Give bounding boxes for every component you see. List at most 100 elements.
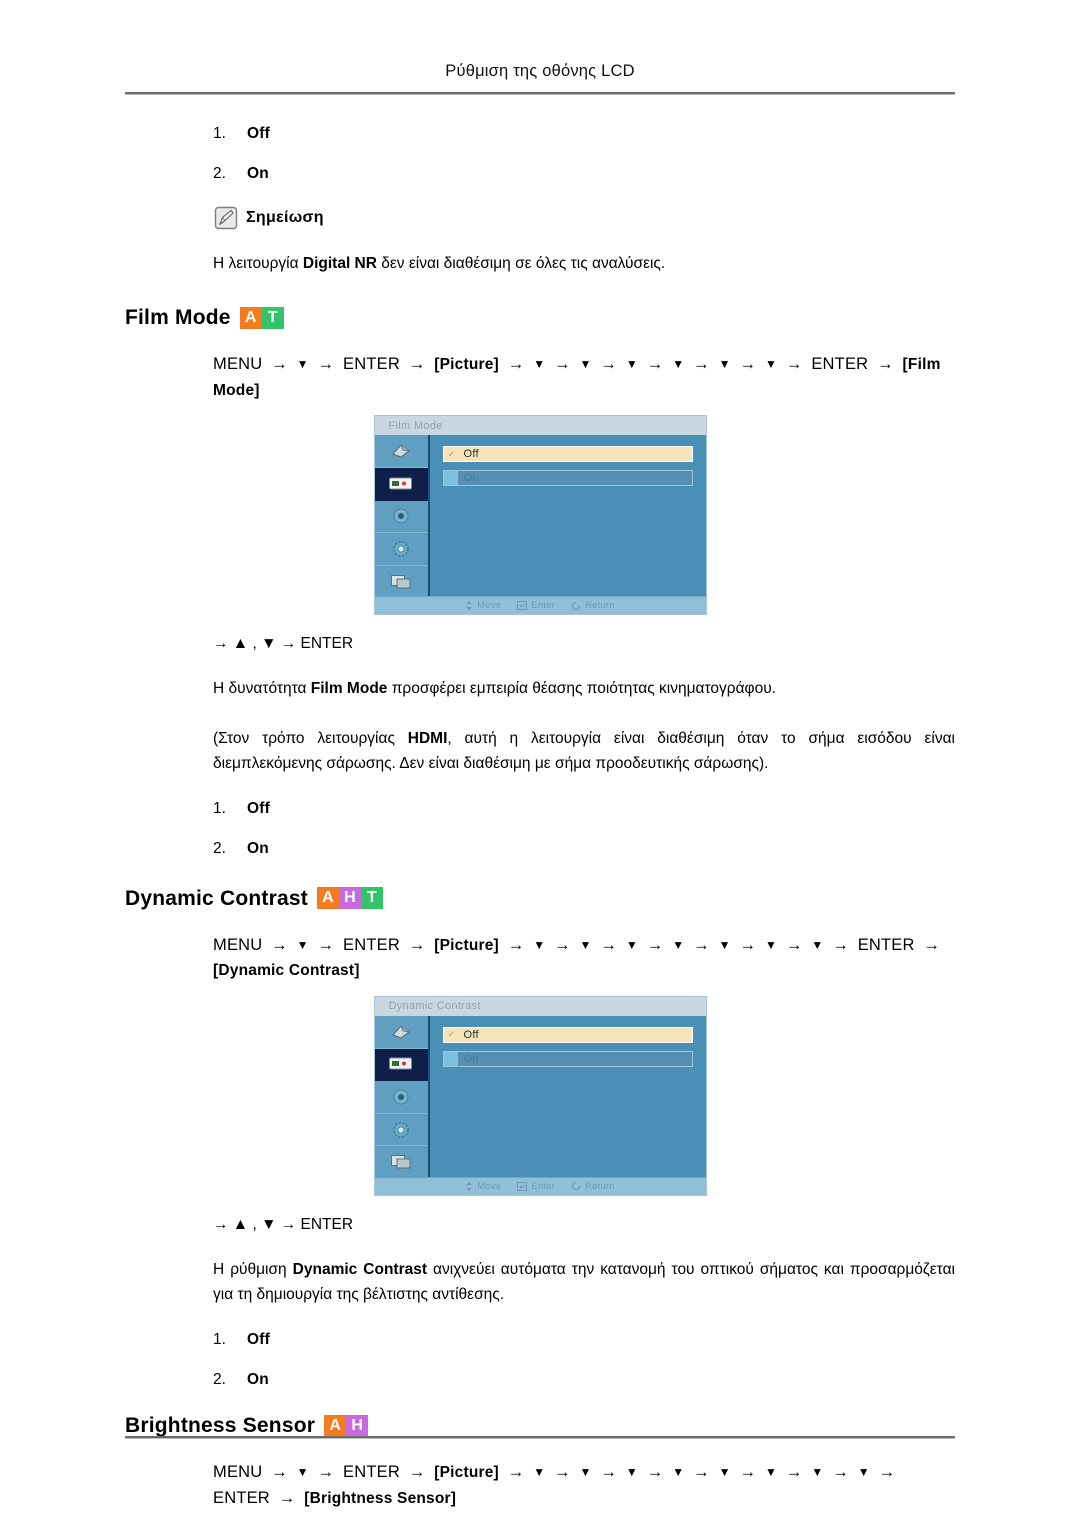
check-icon: ✔ bbox=[447, 448, 456, 459]
note-heading: Σημείωση bbox=[213, 205, 955, 231]
osd-option-off[interactable]: ✔ Off bbox=[442, 1026, 693, 1043]
note-text-suffix: δεν είναι διαθέσιμη σε όλες τις αναλύσει… bbox=[376, 255, 666, 273]
picture-icon[interactable] bbox=[374, 1048, 428, 1082]
note-text-bold: Digital NR bbox=[302, 255, 377, 273]
list-item: 2. On bbox=[213, 839, 269, 857]
osd-option-label: On bbox=[463, 1052, 479, 1065]
osd-option-on[interactable]: On bbox=[442, 470, 693, 487]
osd-option-label: Off bbox=[463, 448, 479, 461]
menu-path-film-mode: MENU → ▼ → ENTER → [Picture] → ▼ → ▼ → ▼… bbox=[213, 355, 941, 399]
footer-divider bbox=[125, 1436, 955, 1439]
osd-sidebar bbox=[374, 1015, 430, 1179]
osd-footer: Move Enter Return bbox=[374, 596, 706, 615]
section-title: Dynamic Contrast bbox=[125, 886, 308, 910]
badge-a: A bbox=[324, 1414, 347, 1437]
badge-a: A bbox=[239, 306, 262, 329]
input-source-icon[interactable] bbox=[374, 1015, 428, 1049]
return-icon bbox=[571, 601, 581, 610]
note-pencil-icon bbox=[213, 205, 239, 231]
badge-a: A bbox=[316, 887, 339, 910]
osd-screenshot-film-mode: Film Mode ✔ Off On Move Enter Return bbox=[125, 415, 955, 616]
return-icon bbox=[571, 1182, 581, 1191]
osd-footer-enter: Enter bbox=[517, 600, 555, 611]
list-item: 2. On bbox=[213, 165, 955, 182]
section-heading-film-mode: Film Mode A T bbox=[125, 306, 955, 330]
film-mode-body: MENU → ▼ → ENTER → [Picture] → ▼ → ▼ → ▼… bbox=[213, 352, 955, 403]
list-item: 1. Off bbox=[213, 799, 270, 817]
osd-window: Film Mode ✔ Off On Move Enter Return bbox=[373, 415, 707, 616]
osd-option-list: ✔ Off On bbox=[430, 1016, 706, 1179]
osd-option-list: ✔ Off On bbox=[430, 435, 706, 598]
list-item: 1. Off bbox=[213, 1331, 270, 1349]
osd-option-label: Off bbox=[463, 1028, 479, 1041]
list-item-value: Off bbox=[247, 125, 270, 142]
sound-icon[interactable] bbox=[374, 1081, 428, 1114]
osd-body: ✔ Off On bbox=[374, 435, 706, 599]
osd-option-on[interactable]: On bbox=[442, 1050, 693, 1067]
badge-h: H bbox=[346, 1414, 369, 1437]
dynamic-contrast-body: MENU → ▼ → ENTER → [Picture] → ▼ → ▼ → ▼… bbox=[213, 933, 955, 984]
section-title: Film Mode bbox=[125, 306, 231, 330]
multi-control-icon[interactable] bbox=[374, 1146, 428, 1179]
osd-option-off[interactable]: ✔ Off bbox=[442, 446, 693, 463]
osd-window: Dynamic Contrast ✔ Off On Move Enter Ret… bbox=[373, 995, 707, 1196]
osd-sidebar bbox=[374, 435, 430, 599]
film-mode-description: → ▲ , ▼ → ENTER Η δυνατότητα Film Mode π… bbox=[213, 631, 955, 857]
bullet-icon bbox=[443, 1051, 458, 1066]
osd-screenshot-dynamic-contrast: Dynamic Contrast ✔ Off On Move Enter Ret… bbox=[125, 995, 955, 1196]
film-mode-options: 1. Off 2. On bbox=[213, 800, 955, 857]
osd-footer-move: Move bbox=[465, 1181, 501, 1192]
section-heading-brightness-sensor: Brightness Sensor A H bbox=[125, 1414, 955, 1438]
note-label: Σημείωση bbox=[246, 209, 324, 227]
osd-footer-enter: Enter bbox=[517, 1181, 555, 1192]
top-options-list: 1. Off 2. On bbox=[213, 125, 955, 182]
setup-icon[interactable] bbox=[374, 533, 428, 566]
note-text: Η λειτουργία Digital NR δεν είναι διαθέσ… bbox=[213, 251, 955, 276]
menu-path-brightness-sensor: MENU → ▼ → ENTER → [Picture] → ▼ → ▼ → ▼… bbox=[213, 1463, 896, 1507]
after-path-text: → ▲ , ▼ → ENTER bbox=[213, 1215, 354, 1233]
move-icon bbox=[466, 601, 473, 611]
menu-path-dynamic-contrast: MENU → ▼ → ENTER → [Picture] → ▼ → ▼ → ▼… bbox=[213, 935, 941, 980]
osd-title: Dynamic Contrast bbox=[374, 996, 706, 1016]
enter-icon bbox=[517, 1181, 528, 1191]
badge-h: H bbox=[338, 887, 361, 910]
setup-icon[interactable] bbox=[374, 1113, 428, 1147]
paragraph: Η ρύθμιση Dynamic Contrast ανιχνεύει αυτ… bbox=[213, 1261, 955, 1304]
badge-t: T bbox=[261, 306, 284, 329]
list-item: 1. Off bbox=[213, 125, 955, 142]
badge-group: A T bbox=[239, 306, 284, 329]
input-source-icon[interactable] bbox=[374, 435, 428, 468]
multi-control-icon[interactable] bbox=[374, 565, 428, 599]
header-divider bbox=[125, 92, 955, 95]
list-item: 2. On bbox=[213, 1371, 269, 1389]
paragraph: Η δυνατότητα Film Mode προσφέρει εμπειρί… bbox=[213, 680, 777, 698]
osd-footer-move: Move bbox=[465, 600, 501, 611]
move-icon bbox=[466, 1181, 473, 1191]
list-item-value: On bbox=[247, 165, 269, 183]
picture-icon[interactable] bbox=[374, 467, 428, 501]
enter-icon bbox=[517, 601, 528, 611]
sound-icon[interactable] bbox=[374, 500, 428, 534]
paragraph: (Στον τρόπο λειτουργίας HDMI, αυτή η λει… bbox=[213, 729, 955, 772]
top-options-block: 1. Off 2. On Σημείωση Η λειτουργία Digit… bbox=[213, 125, 955, 276]
list-item-number: 2. bbox=[213, 165, 226, 183]
bullet-icon bbox=[443, 471, 458, 486]
osd-title: Film Mode bbox=[374, 416, 706, 436]
badge-group: A H T bbox=[316, 887, 383, 910]
check-icon: ✔ bbox=[447, 1029, 456, 1040]
badge-t: T bbox=[360, 887, 383, 910]
brightness-sensor-body: MENU → ▼ → ENTER → [Picture] → ▼ → ▼ → ▼… bbox=[213, 1460, 955, 1511]
note-text-prefix: Η λειτουργία bbox=[213, 255, 303, 273]
dynamic-contrast-options: 1. Off 2. On bbox=[213, 1331, 955, 1388]
osd-footer-return: Return bbox=[571, 600, 615, 611]
section-title: Brightness Sensor bbox=[125, 1414, 316, 1438]
osd-footer-return: Return bbox=[571, 1181, 615, 1192]
osd-body: ✔ Off On bbox=[374, 1015, 706, 1179]
dynamic-contrast-description: → ▲ , ▼ → ENTER Η ρύθμιση Dynamic Contra… bbox=[213, 1212, 955, 1388]
list-item-number: 1. bbox=[213, 125, 226, 142]
manual-page: Ρύθμιση της οθόνης LCD 1. Off 2. On Σημε… bbox=[0, 0, 1080, 1527]
page-header-title: Ρύθμιση της οθόνης LCD bbox=[445, 62, 635, 80]
osd-footer: Move Enter Return bbox=[374, 1176, 706, 1195]
osd-option-label: On bbox=[463, 472, 479, 485]
badge-group: A H bbox=[324, 1414, 369, 1437]
